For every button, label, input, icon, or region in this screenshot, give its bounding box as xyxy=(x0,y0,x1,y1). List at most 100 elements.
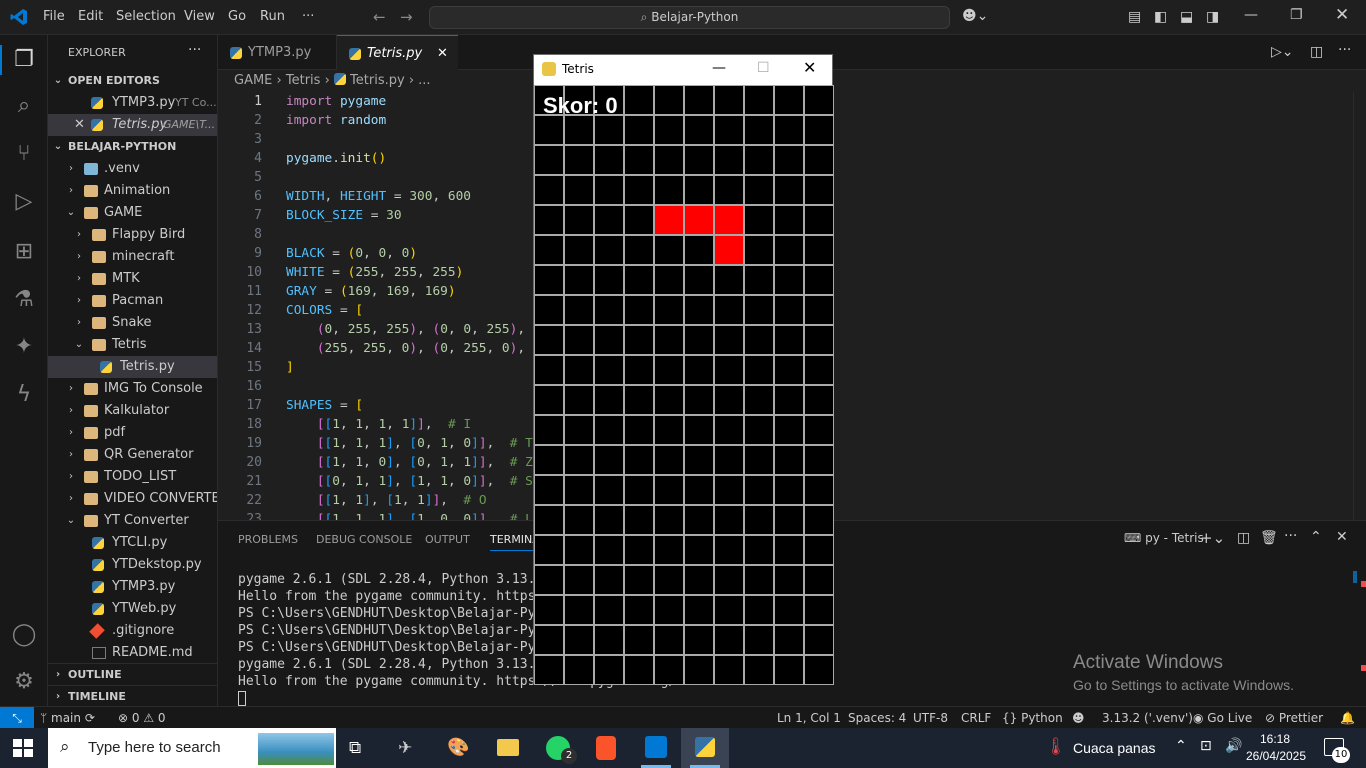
tree-file[interactable]: YTMP3.py xyxy=(48,576,217,598)
weather-label[interactable]: Cuaca panas xyxy=(1073,740,1156,756)
close-tab-icon[interactable]: ✕ xyxy=(437,36,448,71)
notifications-bell-icon[interactable]: 🔔 xyxy=(1340,707,1355,729)
more-actions-icon[interactable]: ··· xyxy=(1338,42,1351,58)
chevron-right-icon[interactable]: › xyxy=(66,466,76,488)
chevron-right-icon[interactable]: › xyxy=(66,422,76,444)
extensions-icon[interactable]: ⊞ xyxy=(10,238,38,266)
python-icon[interactable]: ✦ xyxy=(10,333,38,361)
toggle-panel-icon[interactable]: ⬓ xyxy=(1180,9,1193,25)
chevron-right-icon[interactable]: › xyxy=(74,224,84,246)
testing-icon[interactable]: ⚗ xyxy=(10,286,38,314)
tab-tetris[interactable]: Tetris.py ✕ xyxy=(337,35,458,70)
breadcrumb-item[interactable]: Tetris xyxy=(286,73,321,88)
chevron-right-icon[interactable]: › xyxy=(66,444,76,466)
branch-indicator[interactable]: ᛘ main ⟳ xyxy=(40,707,95,729)
language-mode[interactable]: {} Python xyxy=(1002,707,1063,729)
tree-folder[interactable]: ⌄ GAME xyxy=(48,202,217,224)
tab-problems[interactable]: PROBLEMS xyxy=(238,533,298,546)
maximize-panel-icon[interactable]: ⌃ xyxy=(1310,529,1322,545)
explorer-icon[interactable]: ❐ xyxy=(10,46,38,74)
tree-folder[interactable]: › MTK xyxy=(48,268,217,290)
chevron-up-icon[interactable]: ⌃ xyxy=(1175,738,1187,754)
customize-layout-icon[interactable]: ▤ xyxy=(1128,9,1141,25)
tree-folder[interactable]: › Pacman xyxy=(48,290,217,312)
problems-indicator[interactable]: ⊗ 0 ⚠ 0 xyxy=(118,707,166,729)
clock-time[interactable]: 16:18 xyxy=(1250,732,1300,746)
tree-folder[interactable]: ⌄ Tetris xyxy=(48,334,217,356)
outline-header[interactable]: › OUTLINE xyxy=(48,663,217,685)
go-live-button[interactable]: ◉ Go Live xyxy=(1193,707,1252,729)
tree-folder[interactable]: › Kalkulator xyxy=(48,400,217,422)
chevron-right-icon[interactable]: › xyxy=(74,312,84,334)
paint-icon[interactable]: 🎨 xyxy=(447,737,469,758)
toggle-secondary-sidebar-icon[interactable]: ◨ xyxy=(1206,9,1219,25)
split-editor-icon[interactable]: ◫ xyxy=(1310,44,1323,60)
breadcrumb-item[interactable]: ... xyxy=(418,73,430,88)
indentation[interactable]: Spaces: 4 xyxy=(848,707,906,729)
tree-folder[interactable]: › Flappy Bird xyxy=(48,224,217,246)
close-icon[interactable]: ✕ xyxy=(803,54,816,82)
source-control-icon[interactable]: ⑂ xyxy=(10,140,38,168)
breadcrumb-item[interactable]: Tetris.py xyxy=(350,73,405,88)
breadcrumb-item[interactable]: GAME xyxy=(234,73,272,88)
terminal-scrollbar-marker[interactable] xyxy=(1353,571,1357,583)
chevron-right-icon[interactable]: › xyxy=(66,378,76,400)
python-taskbar-button[interactable] xyxy=(681,728,729,768)
menu-go[interactable]: Go xyxy=(228,9,246,24)
volume-icon[interactable]: 🔊 xyxy=(1225,738,1242,754)
menu-edit[interactable]: Edit xyxy=(78,9,103,24)
tree-folder[interactable]: › QR Generator xyxy=(48,444,217,466)
menu-more[interactable]: ··· xyxy=(302,9,314,24)
file-explorer-icon[interactable] xyxy=(497,739,519,756)
restore-icon[interactable]: ❐ xyxy=(1290,7,1303,23)
menu-selection[interactable]: Selection xyxy=(116,9,176,24)
terminal-instance[interactable]: ⌨ py - Tetris xyxy=(1124,531,1204,545)
tetris-window[interactable]: Tetris — ☐ ✕ Skor: 0 xyxy=(533,54,834,685)
lightning-icon[interactable]: ϟ xyxy=(10,381,38,409)
close-icon[interactable]: ✕ xyxy=(74,114,85,136)
command-center-search[interactable]: ⌕ Belajar-Python xyxy=(429,6,950,29)
chevron-right-icon[interactable]: › xyxy=(74,290,84,312)
tetris-title-bar[interactable]: Tetris — ☐ ✕ xyxy=(534,55,832,85)
back-arrow-icon[interactable]: ← xyxy=(373,8,386,26)
tree-file[interactable]: README.md xyxy=(48,642,217,664)
new-terminal-icon[interactable]: +⌄ xyxy=(1200,529,1225,547)
encoding[interactable]: UTF-8 xyxy=(913,707,948,729)
tree-file[interactable]: .gitignore xyxy=(48,620,217,642)
run-file-icon[interactable]: ▷⌄ xyxy=(1271,44,1294,60)
tree-folder[interactable]: › TODO_LIST xyxy=(48,466,217,488)
close-panel-icon[interactable]: ✕ xyxy=(1336,529,1348,545)
tab-debug-console[interactable]: DEBUG CONSOLE xyxy=(316,533,412,546)
vscode-taskbar-button[interactable] xyxy=(633,728,679,768)
chevron-right-icon[interactable]: › xyxy=(66,400,76,422)
line-ending[interactable]: CRLF xyxy=(961,707,991,729)
menu-file[interactable]: File xyxy=(43,9,65,24)
close-window-icon[interactable]: ✕ xyxy=(1335,5,1349,25)
search-icon[interactable]: ⌕ xyxy=(10,92,38,120)
tree-folder[interactable]: › Snake xyxy=(48,312,217,334)
tree-folder[interactable]: › IMG To Console xyxy=(48,378,217,400)
tree-folder[interactable]: › .venv xyxy=(48,158,217,180)
copilot-icon[interactable]: ☻⌄ xyxy=(962,8,988,24)
open-editor-item[interactable]: ✕ Tetris.py GAME\T... xyxy=(48,114,217,136)
tab-ytmp3[interactable]: YTMP3.py xyxy=(218,35,337,70)
forward-arrow-icon[interactable]: → xyxy=(400,8,413,26)
run-debug-icon[interactable]: ▷ xyxy=(10,188,38,216)
chevron-down-icon[interactable]: ⌄ xyxy=(74,334,84,356)
tree-folder[interactable]: › pdf xyxy=(48,422,217,444)
toggle-sidebar-icon[interactable]: ◧ xyxy=(1154,9,1167,25)
editor-scrollbar[interactable] xyxy=(1353,92,1366,520)
open-editor-item[interactable]: YTMP3.py YT Co... xyxy=(48,92,217,114)
tree-file[interactable]: YTDekstop.py xyxy=(48,554,217,576)
chevron-right-icon[interactable]: › xyxy=(74,268,84,290)
windows-start-icon[interactable] xyxy=(13,739,33,757)
task-view-icon[interactable]: ⧉ xyxy=(349,738,361,758)
minimize-icon[interactable]: — xyxy=(1244,7,1258,23)
brave-browser-icon[interactable] xyxy=(596,736,616,760)
clock-date[interactable]: 26/04/2025 xyxy=(1244,749,1308,763)
prettier-button[interactable]: ⊘ Prettier xyxy=(1265,707,1323,729)
cursor-position[interactable]: Ln 1, Col 1 xyxy=(777,707,841,729)
open-editors-header[interactable]: ⌄ OPEN EDITORS xyxy=(48,70,217,92)
more-actions-icon[interactable]: ··· xyxy=(1284,528,1297,544)
tree-folder[interactable]: › VIDEO CONVERTER xyxy=(48,488,217,510)
